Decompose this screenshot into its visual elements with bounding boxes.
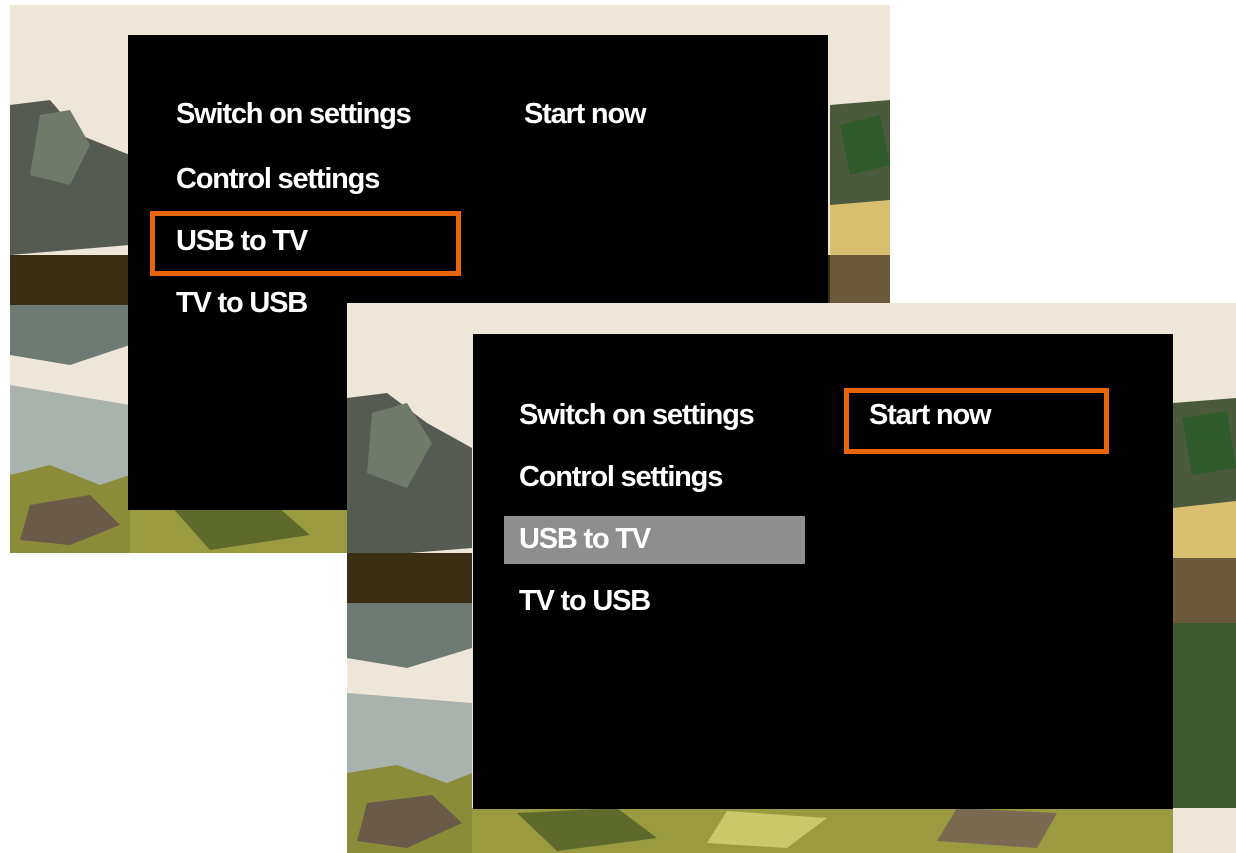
menu-item-usb-to-tv-selected[interactable]: USB to TV [504,516,805,564]
focus-highlight-usb-to-tv [150,211,461,276]
menu-item-switch-on-settings[interactable]: Switch on settings [176,97,412,131]
submenu-start-now[interactable]: Start now [524,97,647,131]
menu-item-control-settings[interactable]: Control settings [519,460,723,494]
menu-item-control-settings[interactable]: Control settings [176,162,380,196]
menu-item-tv-to-usb[interactable]: TV to USB [519,584,651,618]
focus-highlight-start-now [844,388,1109,454]
tv-screen-2: Switch on settings Control settings USB … [347,303,1236,853]
menu-item-tv-to-usb[interactable]: TV to USB [176,286,308,320]
menu-item-switch-on-settings[interactable]: Switch on settings [519,398,755,432]
